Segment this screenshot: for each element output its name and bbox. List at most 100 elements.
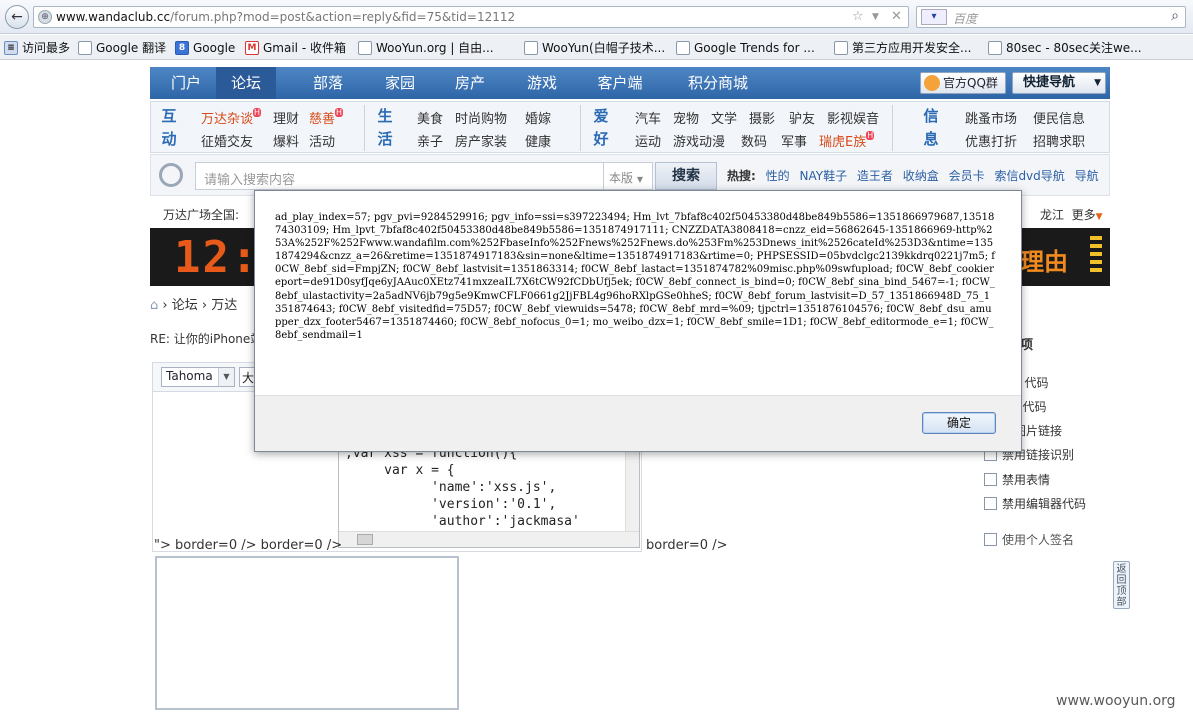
link-dating[interactable]: 征婚交友 bbox=[201, 131, 253, 150]
hot-word[interactable]: 性的 bbox=[766, 169, 790, 183]
link-discounts[interactable]: 优惠打折 bbox=[965, 131, 1017, 150]
horizontal-scrollbar[interactable] bbox=[339, 531, 639, 547]
back-arrow-icon[interactable]: ← bbox=[5, 5, 29, 29]
hot-word[interactable]: 会员卡 bbox=[949, 169, 985, 183]
address-bar[interactable]: ⊕ www.wandaclub.cc/forum.php?mod=post&ac… bbox=[33, 6, 909, 28]
hot-word[interactable]: NAY鞋子 bbox=[799, 169, 847, 183]
site-search-input[interactable]: 请输入搜索内容 bbox=[195, 162, 605, 190]
hot-word[interactable]: 造王者 bbox=[857, 169, 893, 183]
group-head-char: 动 bbox=[161, 130, 177, 148]
bookmark-google-translate[interactable]: Google 翻译 bbox=[78, 39, 166, 56]
link-parenting[interactable]: 亲子 bbox=[417, 131, 443, 150]
link-entertainment[interactable]: 影视娱音 bbox=[827, 108, 879, 127]
qq-icon bbox=[924, 75, 940, 91]
nav-home[interactable]: 家园 bbox=[370, 67, 430, 99]
breadcrumb-forum[interactable]: 论坛 bbox=[172, 298, 198, 313]
injected-code-textarea[interactable]: ;var xss = function(){ var x = { 'name':… bbox=[338, 450, 640, 548]
link-pets[interactable]: 宠物 bbox=[673, 108, 699, 127]
bookmark-wooyun-org[interactable]: WooYun.org | 自由... bbox=[358, 39, 494, 56]
link-games-anime[interactable]: 游戏动漫 bbox=[673, 131, 725, 150]
bookmark-most-visited[interactable]: ≡ 访问最多 bbox=[4, 39, 70, 56]
group-head-char: 活 bbox=[377, 130, 393, 148]
checkbox[interactable] bbox=[984, 497, 997, 510]
bookmarks-toolbar: ≡ 访问最多 Google 翻译 8 Google M Gmail - 收件箱 Woo… bbox=[0, 35, 1193, 60]
link-travel[interactable]: 驴友 bbox=[789, 108, 815, 127]
nav-tribe[interactable]: 部落 bbox=[298, 67, 358, 99]
more-link[interactable]: 更多 bbox=[1072, 208, 1096, 222]
bookmark-label: WooYun(白帽子技术... bbox=[542, 41, 666, 55]
link-wanda-talk[interactable]: 万达杂谈H bbox=[201, 108, 262, 127]
bookmark-gmail[interactable]: M Gmail - 收件箱 bbox=[245, 39, 346, 56]
option-disable-editor-code[interactable]: 禁用编辑器代码 bbox=[984, 495, 1086, 512]
hot-word[interactable]: 导航 bbox=[1075, 169, 1099, 183]
option-use-signature[interactable]: 使用个人签名 bbox=[984, 531, 1074, 548]
link-photography[interactable]: 摄影 bbox=[749, 108, 775, 127]
link-label: 万达杂谈 bbox=[201, 112, 254, 127]
nav-client[interactable]: 客户端 bbox=[590, 67, 650, 99]
nav-property[interactable]: 房产 bbox=[440, 67, 500, 99]
link-finance[interactable]: 理财 bbox=[273, 108, 299, 127]
link-sports[interactable]: 运动 bbox=[635, 131, 661, 150]
back-to-top-button[interactable]: 返回顶部 bbox=[1113, 561, 1130, 609]
quick-nav-button[interactable]: 快捷导航 ▼ bbox=[1012, 72, 1106, 94]
link-ruihu-e[interactable]: 瑞虎E族H bbox=[819, 131, 875, 150]
scrollbar-thumb[interactable] bbox=[357, 534, 373, 545]
link-flea-market[interactable]: 跳蚤市场 bbox=[965, 108, 1017, 127]
checkbox[interactable] bbox=[984, 473, 997, 486]
link-charity[interactable]: 慈善H bbox=[309, 108, 344, 127]
search-icon[interactable]: ⌕ bbox=[1171, 8, 1179, 24]
link-local-info[interactable]: 便民信息 bbox=[1033, 108, 1085, 127]
nav-points-mall[interactable]: 积分商城 bbox=[678, 67, 758, 99]
link-home-decor[interactable]: 房产家装 bbox=[455, 131, 507, 150]
home-icon[interactable]: ⌂ bbox=[150, 298, 158, 313]
bookmark-80sec[interactable]: 80sec - 80sec关注we... bbox=[988, 39, 1142, 56]
address-url[interactable]: www.wandaclub.cc/forum.php?mod=post&acti… bbox=[56, 10, 515, 24]
bookmark-label: WooYun.org | 自由... bbox=[376, 41, 494, 55]
hot-word[interactable]: 索信dvd导航 bbox=[994, 169, 1064, 183]
link-digital[interactable]: 数码 bbox=[741, 131, 767, 150]
search-button[interactable]: 搜索 bbox=[655, 162, 717, 190]
stop-icon[interactable]: ✕ bbox=[891, 9, 902, 24]
link-military[interactable]: 军事 bbox=[781, 131, 807, 150]
bookmark-label: Google Trends for ... bbox=[694, 40, 815, 55]
group-head-char: 信 bbox=[923, 107, 939, 125]
link-literature[interactable]: 文学 bbox=[711, 108, 737, 127]
browser-toolbar: ← ⊕ www.wandaclub.cc/forum.php?mod=post&… bbox=[0, 0, 1193, 34]
bookmarks-icon: ≡ bbox=[4, 40, 18, 55]
link-events[interactable]: 活动 bbox=[309, 131, 335, 150]
group-head: 互动 bbox=[157, 105, 181, 151]
bookmark-google-trends[interactable]: Google Trends for ... bbox=[676, 39, 815, 56]
search-box[interactable]: ▾ 百度 ⌕ bbox=[916, 6, 1186, 28]
breadcrumb-board[interactable]: 万达 bbox=[211, 298, 237, 313]
link-label: 慈善 bbox=[309, 112, 336, 127]
link-wedding[interactable]: 婚嫁 bbox=[525, 108, 551, 127]
google-plus-icon: 8 bbox=[175, 40, 189, 55]
group-head-char: 互 bbox=[161, 107, 177, 125]
bookmark-star-icon[interactable]: ☆ bbox=[852, 9, 864, 24]
plaza-city-link[interactable]: 龙江 bbox=[1040, 208, 1064, 222]
font-select[interactable]: Tahoma ▼ bbox=[161, 367, 235, 387]
link-cars[interactable]: 汽车 bbox=[635, 108, 661, 127]
link-food[interactable]: 美食 bbox=[417, 108, 443, 127]
link-exposure[interactable]: 爆料 bbox=[273, 131, 299, 150]
site-identity-icon[interactable]: ⊕ bbox=[38, 10, 52, 24]
search-scope-select[interactable]: 本版 ▼ bbox=[603, 162, 653, 190]
subnav-group-interaction: 互动 万达杂谈H 理财 慈善H 征婚交友 爆料 活动 bbox=[155, 105, 365, 151]
hot-word[interactable]: 收纳盒 bbox=[903, 169, 939, 183]
ok-button[interactable]: 确定 bbox=[922, 412, 996, 434]
nav-portal[interactable]: 门户 bbox=[156, 67, 216, 99]
bookmark-third-party[interactable]: 第三方应用开发安全... bbox=[834, 39, 971, 56]
history-dropdown-icon[interactable]: ▼ bbox=[872, 12, 879, 22]
qq-group-button[interactable]: 官方QQ群 bbox=[920, 72, 1006, 94]
baidu-engine-icon[interactable]: ▾ bbox=[921, 9, 947, 25]
link-shopping[interactable]: 时尚购物 bbox=[455, 108, 507, 127]
nav-forum[interactable]: 论坛 bbox=[216, 67, 276, 99]
bookmark-google[interactable]: 8 Google bbox=[175, 39, 235, 56]
vertical-scrollbar[interactable] bbox=[625, 451, 639, 531]
link-health[interactable]: 健康 bbox=[525, 131, 551, 150]
checkbox[interactable] bbox=[984, 533, 997, 546]
nav-games[interactable]: 游戏 bbox=[512, 67, 572, 99]
option-disable-smilies[interactable]: 禁用表情 bbox=[984, 471, 1050, 488]
link-jobs[interactable]: 招聘求职 bbox=[1033, 131, 1085, 150]
bookmark-wooyun[interactable]: WooYun(白帽子技术... bbox=[524, 39, 665, 56]
